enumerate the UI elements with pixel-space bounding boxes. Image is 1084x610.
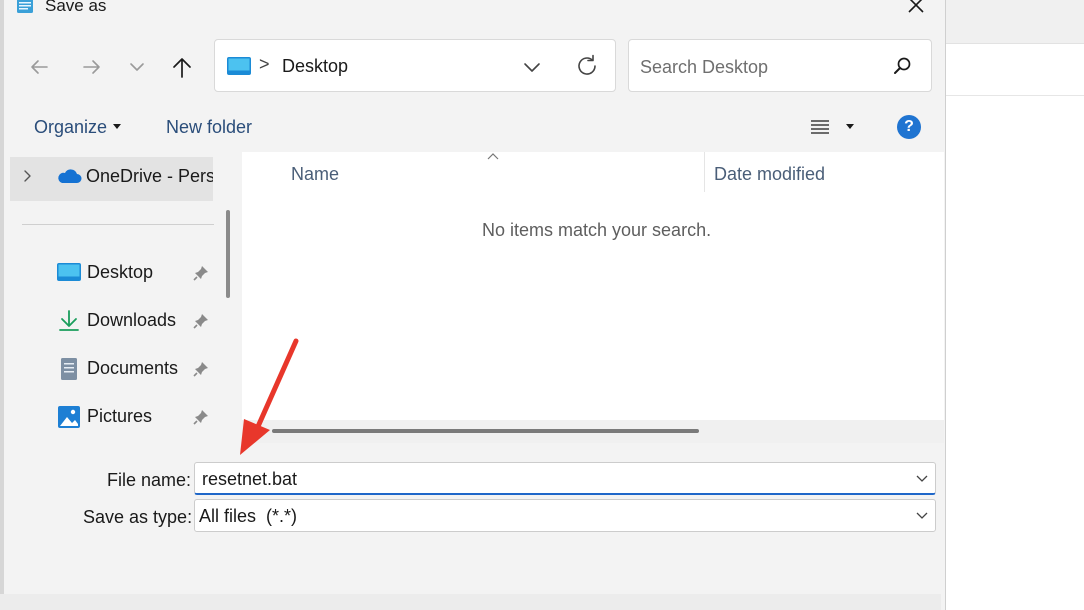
- column-header-name[interactable]: Name: [291, 164, 339, 185]
- organize-button[interactable]: Organize: [34, 117, 107, 138]
- save-type-value: All files (*.*): [199, 506, 298, 526]
- breadcrumb-separator: >: [259, 54, 270, 74]
- chevron-down-icon[interactable]: [521, 56, 543, 78]
- background-window: [944, 0, 1084, 610]
- background-window-divider: [944, 95, 1084, 96]
- sort-ascending-icon: [487, 153, 499, 160]
- pin-icon: [193, 410, 208, 425]
- sidebar-item-desktop[interactable]: Desktop: [87, 262, 153, 283]
- save-type-select[interactable]: All files (*.*): [194, 499, 936, 532]
- address-bar[interactable]: > Desktop: [214, 39, 616, 92]
- chevron-down-icon[interactable]: [915, 473, 929, 485]
- file-name-label: File name:: [107, 470, 192, 490]
- nav-divider: [22, 224, 214, 225]
- breadcrumb-desktop[interactable]: Desktop: [282, 56, 348, 77]
- chevron-down-icon: [130, 63, 144, 71]
- file-name-field[interactable]: resetnet.bat: [194, 462, 936, 495]
- search-icon[interactable]: [891, 55, 913, 77]
- chevron-down-icon[interactable]: [915, 510, 929, 522]
- sidebar-item-onedrive[interactable]: OneDrive - Personal: [86, 166, 213, 187]
- caret-down-icon[interactable]: [113, 124, 121, 129]
- download-icon: [59, 310, 79, 331]
- arrow-up-icon: [173, 58, 191, 78]
- dialog-footer: [0, 594, 941, 610]
- refresh-icon[interactable]: [574, 53, 600, 79]
- arrow-left-icon: [31, 60, 48, 74]
- navigation-pane: [5, 152, 213, 444]
- nav-pane-scrollbar[interactable]: [226, 210, 230, 298]
- search-placeholder: Search Desktop: [640, 57, 769, 77]
- pin-icon: [193, 362, 208, 377]
- horizontal-scrollbar-thumb[interactable]: [272, 429, 699, 433]
- save-type-label: Save as type:: [83, 507, 193, 527]
- background-window-titlebar: [944, 0, 1084, 44]
- back-button[interactable]: [25, 53, 53, 81]
- pin-icon: [193, 266, 208, 281]
- pin-icon: [193, 314, 208, 329]
- column-header-date-modified[interactable]: Date modified: [714, 164, 825, 185]
- sidebar-item-documents[interactable]: Documents: [87, 358, 178, 379]
- desktop-icon: [57, 263, 81, 281]
- file-name-value: resetnet.bat: [202, 469, 298, 489]
- picture-icon: [58, 406, 80, 428]
- recent-locations-button[interactable]: [123, 53, 151, 81]
- list-view-icon[interactable]: [809, 117, 831, 137]
- search-input[interactable]: Search Desktop: [628, 39, 932, 92]
- arrow-right-icon: [83, 60, 100, 74]
- help-icon[interactable]: ?: [897, 115, 921, 139]
- new-folder-button[interactable]: New folder: [166, 117, 252, 138]
- forward-button[interactable]: [78, 53, 106, 81]
- caret-down-icon[interactable]: [846, 124, 854, 129]
- window-title: Save as: [45, 0, 107, 15]
- document-icon: [61, 358, 77, 380]
- empty-message: No items match your search.: [482, 220, 712, 240]
- sidebar-item-downloads[interactable]: Downloads: [87, 310, 176, 331]
- column-separator[interactable]: [704, 152, 705, 192]
- close-icon[interactable]: [905, 0, 927, 16]
- sidebar-item-pictures[interactable]: Pictures: [87, 406, 152, 427]
- title-bar: Save as: [0, 0, 941, 22]
- onedrive-cloud-icon: [58, 169, 82, 183]
- desktop-folder-icon: [227, 57, 251, 75]
- chevron-right-icon[interactable]: [21, 168, 33, 184]
- notepad-icon: [17, 0, 33, 13]
- file-list: [242, 152, 944, 443]
- up-button[interactable]: [168, 53, 196, 81]
